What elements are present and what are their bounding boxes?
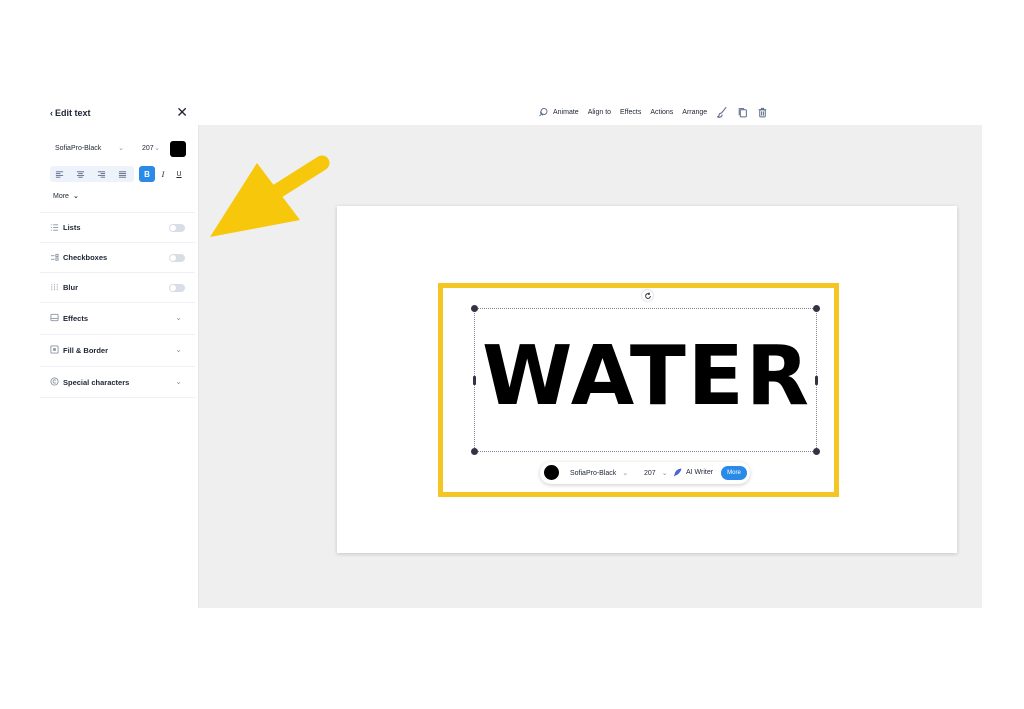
feather-icon <box>673 468 682 477</box>
more-options-toggle[interactable]: More ⌄ <box>53 192 79 200</box>
blur-toggle[interactable] <box>169 284 185 292</box>
ai-writer-button[interactable]: AI Writer <box>673 468 713 477</box>
canvas-text[interactable]: WATER <box>475 327 818 427</box>
delete-button[interactable] <box>757 107 768 118</box>
floating-font-select[interactable]: SofiaPro-Black ⌄ <box>570 469 628 477</box>
close-icon[interactable]: ✕ <box>176 105 188 119</box>
align-justify-icon <box>118 170 126 178</box>
font-row: SofiaPro-Black ⌄ 207 ⌄ <box>48 140 188 158</box>
animate-icon <box>539 108 548 117</box>
duplicate-icon <box>738 107 748 117</box>
align-left-icon <box>55 170 63 178</box>
toolbar-items: Animate Align to Effects Actions Arrange <box>538 106 768 118</box>
arrange-button[interactable]: Arrange <box>682 109 707 116</box>
font-size-value: 207 <box>142 145 154 152</box>
rotate-handle[interactable] <box>642 290 653 301</box>
edit-text-panel: ‹ Edit text ✕ SofiaPro-Black ⌄ 207 ⌄ B I … <box>40 100 195 400</box>
section-label: Blur <box>63 283 78 292</box>
chevron-down-icon: ⌄ <box>118 145 124 152</box>
checkbox-icon <box>49 253 59 263</box>
chevron-down-icon[interactable]: ⌄ <box>175 377 182 386</box>
align-justify-button[interactable] <box>114 166 130 182</box>
font-family-value: SofiaPro-Black <box>55 145 102 152</box>
italic-button[interactable]: I <box>155 166 171 182</box>
more-label: More <box>53 193 69 200</box>
section-fill-border[interactable]: Fill & Border ⌄ <box>40 334 195 366</box>
bold-button[interactable]: B <box>139 166 155 182</box>
section-lists: Lists <box>40 212 195 242</box>
effects-icon <box>49 313 59 323</box>
lists-toggle[interactable] <box>169 224 185 232</box>
panel-title: Edit text <box>55 108 91 118</box>
floating-size-select[interactable]: 207 ⌄ <box>644 469 668 477</box>
section-label: Effects <box>63 314 89 323</box>
arrow-annotation-icon <box>210 155 330 237</box>
align-to-button[interactable]: Align to <box>588 109 611 116</box>
chevron-left-icon: ‹ <box>50 108 53 118</box>
text-color-swatch[interactable] <box>170 141 186 157</box>
resize-handle-left[interactable] <box>473 376 476 385</box>
floating-text-toolbar: SofiaPro-Black ⌄ 207 ⌄ AI Writer More <box>540 462 750 484</box>
fill-icon <box>49 345 59 355</box>
top-toolbar: Animate Align to Effects Actions Arrange <box>198 99 982 125</box>
resize-handle-top-right[interactable] <box>813 305 820 312</box>
font-size-select[interactable]: 207 ⌄ <box>136 140 166 158</box>
blur-icon <box>49 283 59 293</box>
back-button[interactable]: ‹ Edit text <box>50 108 91 118</box>
paint-brush-button[interactable] <box>716 106 728 118</box>
font-family-select[interactable]: SofiaPro-Black ⌄ <box>48 140 130 158</box>
section-label: Lists <box>63 223 81 232</box>
chevron-down-icon: ⌄ <box>154 145 160 152</box>
resize-handle-bottom-right[interactable] <box>813 448 820 455</box>
resize-handle-right[interactable] <box>815 376 818 385</box>
chevron-down-icon[interactable]: ⌄ <box>175 345 182 354</box>
actions-button[interactable]: Actions <box>650 109 673 116</box>
section-label: Fill & Border <box>63 346 109 355</box>
checkboxes-toggle[interactable] <box>169 254 185 262</box>
animate-label: Animate <box>553 108 579 116</box>
align-right-button[interactable] <box>93 166 109 182</box>
section-label: Special characters <box>63 378 130 387</box>
underline-button[interactable]: U <box>171 166 187 182</box>
section-blur: Blur <box>40 272 195 302</box>
floating-font-value: SofiaPro-Black <box>570 470 617 477</box>
effects-button[interactable]: Effects <box>620 109 641 116</box>
chevron-down-icon[interactable]: ⌄ <box>175 313 182 322</box>
rotate-icon <box>644 291 651 299</box>
animate-button[interactable]: Animate <box>538 107 579 117</box>
section-label: Checkboxes <box>63 253 108 262</box>
floating-size-value: 207 <box>644 470 656 477</box>
chevron-down-icon: ⌄ <box>72 193 79 200</box>
paint-brush-icon <box>717 106 727 118</box>
floating-color-swatch[interactable] <box>544 465 559 480</box>
duplicate-button[interactable] <box>737 107 748 118</box>
align-center-button[interactable] <box>72 166 88 182</box>
resize-handle-bottom-left[interactable] <box>471 448 478 455</box>
ai-writer-label: AI Writer <box>686 469 714 476</box>
trash-icon <box>758 107 767 117</box>
copyright-icon <box>49 377 59 387</box>
chevron-down-icon: ⌄ <box>661 470 668 477</box>
align-right-icon <box>97 170 105 178</box>
selected-text-box[interactable]: WATER <box>471 290 820 455</box>
floating-more-button[interactable]: More <box>721 466 747 480</box>
section-effects[interactable]: Effects ⌄ <box>40 302 195 334</box>
align-left-button[interactable] <box>51 166 67 182</box>
section-checkboxes: Checkboxes <box>40 242 195 272</box>
section-special-characters[interactable]: Special characters ⌄ <box>40 366 195 398</box>
list-icon <box>49 223 59 233</box>
align-center-icon <box>76 170 84 178</box>
panel-header: ‹ Edit text ✕ <box>50 105 190 122</box>
format-row: B I U <box>48 166 188 182</box>
resize-handle-top-left[interactable] <box>471 305 478 312</box>
chevron-down-icon: ⌄ <box>622 470 629 477</box>
